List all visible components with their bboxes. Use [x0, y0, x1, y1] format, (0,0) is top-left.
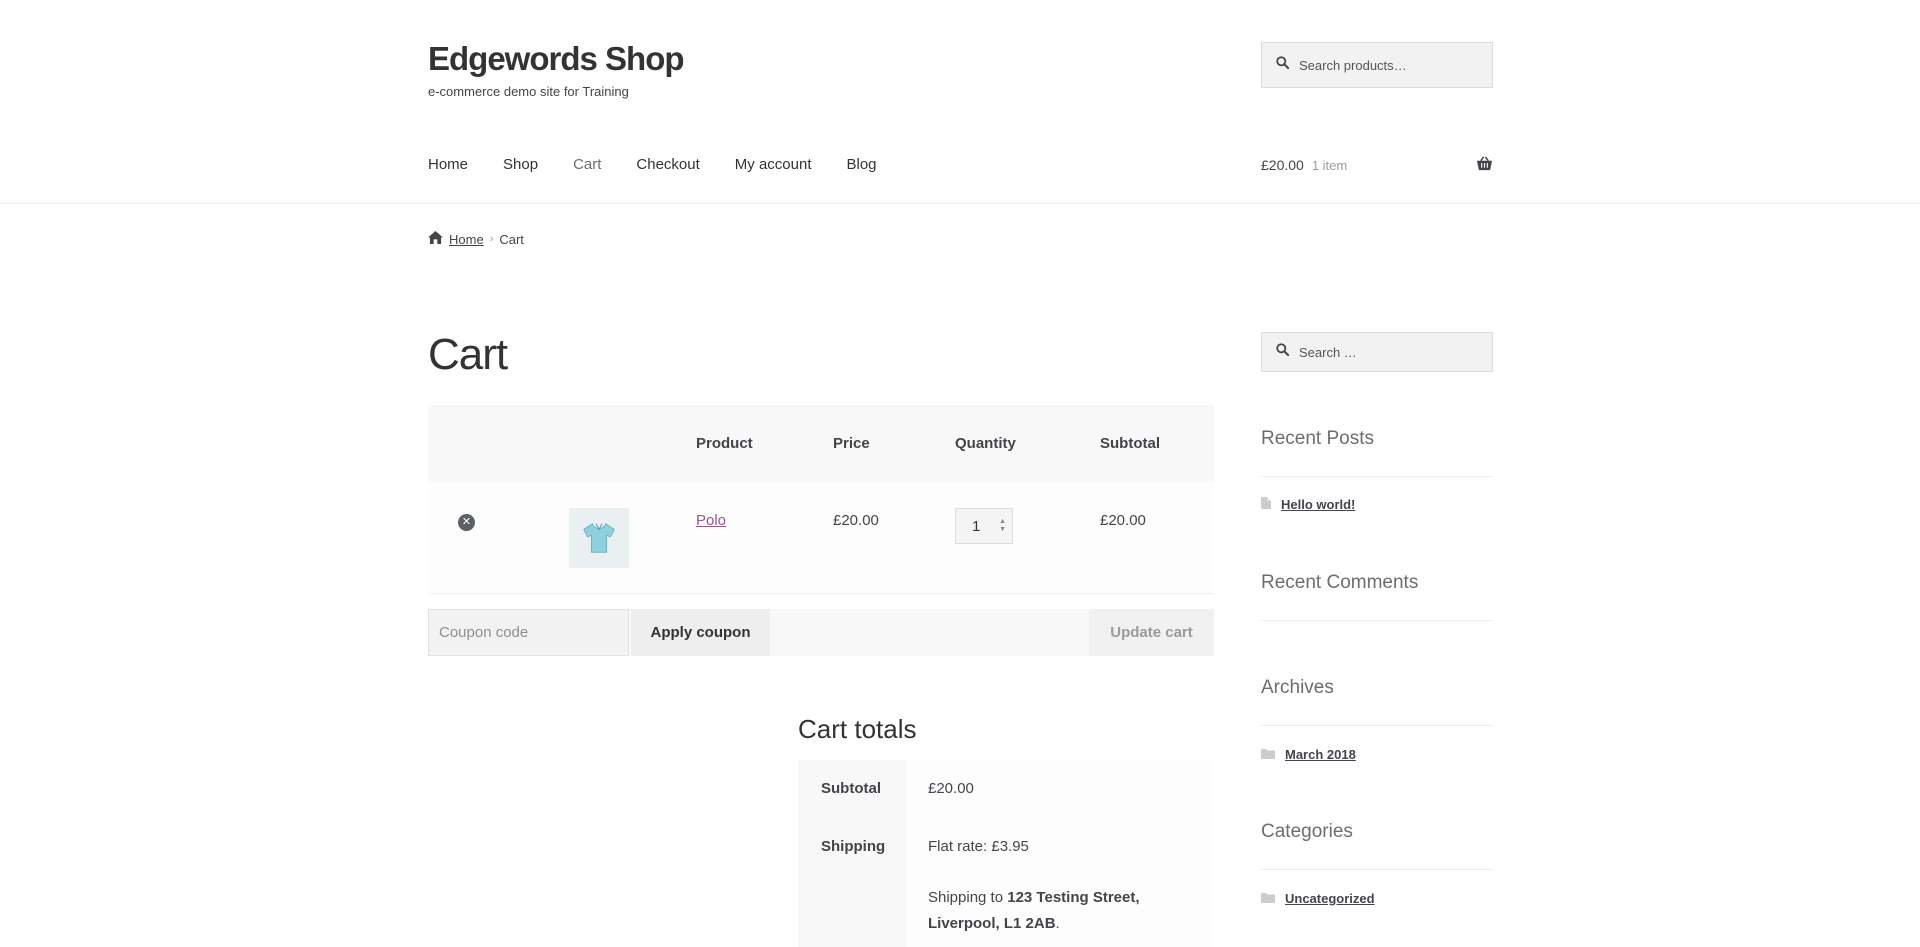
totals-subtotal-row: Subtotal £20.00 — [798, 760, 1214, 818]
spinner-arrows-icon[interactable]: ▲ ▼ — [999, 518, 1006, 534]
header-quantity: Quantity — [955, 435, 1016, 452]
breadcrumb-home-link[interactable]: Home — [449, 232, 484, 247]
widget-divider — [1261, 476, 1493, 477]
widget-divider — [1261, 869, 1493, 870]
coupon-code-input[interactable] — [428, 609, 629, 656]
cart-totals-table: Subtotal £20.00 Shipping Flat rate: £3.9… — [798, 760, 1214, 947]
breadcrumb: Home › Cart — [428, 231, 524, 247]
home-icon — [428, 231, 443, 247]
totals-shipping-row: Shipping Flat rate: £3.95 Shipping to 12… — [798, 818, 1214, 947]
sidebar-search-input[interactable] — [1299, 344, 1479, 360]
archive-item: March 2018 — [1261, 747, 1356, 762]
categories-title: Categories — [1261, 821, 1353, 842]
cart-table-header: Product Price Quantity Subtotal — [428, 405, 1214, 482]
nav-cart[interactable]: Cart — [573, 156, 601, 173]
totals-shipping-label: Shipping — [798, 818, 906, 947]
shipping-method: Flat rate: £3.95 — [928, 838, 1029, 855]
widget-divider — [1261, 620, 1493, 621]
polo-shirt-icon — [583, 523, 615, 553]
breadcrumb-separator-icon: › — [489, 233, 494, 245]
nav-blog[interactable]: Blog — [846, 156, 876, 173]
category-item: Uncategorized — [1261, 891, 1375, 906]
quantity-stepper[interactable]: 1 ▲ ▼ — [955, 508, 1013, 544]
site-tagline: e-commerce demo site for Training — [428, 84, 629, 99]
quantity-value[interactable]: 1 — [972, 518, 980, 535]
nav-my-account[interactable]: My account — [735, 156, 812, 173]
totals-shipping-value: Flat rate: £3.95 Shipping to 123 Testing… — [906, 818, 1214, 947]
folder-icon — [1261, 891, 1275, 906]
totals-subtotal-label: Subtotal — [798, 760, 906, 818]
product-search-input[interactable] — [1299, 57, 1479, 73]
primary-navigation: Home Shop Cart Checkout My account Blog — [428, 156, 912, 173]
apply-coupon-button[interactable]: Apply coupon — [631, 609, 770, 656]
header-divider — [0, 203, 1920, 204]
category-link[interactable]: Uncategorized — [1285, 891, 1375, 906]
folder-icon — [1261, 747, 1275, 762]
recent-post-link[interactable]: Hello world! — [1281, 497, 1355, 512]
remove-item-icon[interactable]: ✕ — [458, 514, 475, 531]
shipping-address-line-2: Liverpool, L1 2AB — [928, 915, 1056, 932]
recent-post-item: Hello world! — [1261, 497, 1355, 512]
breadcrumb-current: Cart — [499, 231, 524, 247]
nav-home[interactable]: Home — [428, 156, 468, 173]
update-cart-button[interactable]: Update cart — [1089, 609, 1214, 656]
totals-subtotal-value: £20.00 — [906, 760, 1214, 818]
nav-checkout[interactable]: Checkout — [636, 156, 699, 173]
search-icon — [1276, 56, 1290, 74]
mini-cart-count: 1 item — [1311, 157, 1348, 173]
mini-cart[interactable]: £20.00 1 item — [1261, 156, 1493, 174]
basket-icon — [1476, 156, 1493, 174]
shipping-to-prefix: Shipping to — [928, 889, 1008, 906]
product-subtotal: £20.00 — [1100, 512, 1146, 529]
header-product: Product — [696, 435, 753, 452]
search-icon — [1276, 343, 1290, 361]
header-price: Price — [833, 435, 870, 452]
mini-cart-amount: £20.00 — [1261, 157, 1304, 173]
recent-posts-title: Recent Posts — [1261, 428, 1374, 449]
product-thumbnail[interactable] — [569, 508, 629, 568]
header-subtotal: Subtotal — [1100, 435, 1160, 452]
recent-comments-title: Recent Comments — [1261, 572, 1419, 593]
shipping-suffix: . — [1055, 915, 1060, 932]
sidebar-search[interactable] — [1261, 332, 1493, 372]
product-name-link[interactable]: Polo — [696, 512, 726, 529]
archive-link[interactable]: March 2018 — [1285, 747, 1356, 762]
cart-table: Product Price Quantity Subtotal ✕ Polo £… — [428, 405, 1214, 594]
page-title: Cart — [428, 330, 508, 379]
product-price: £20.00 — [833, 512, 879, 529]
cart-actions: Apply coupon Update cart — [428, 609, 1214, 656]
shipping-destination: Shipping to 123 Testing Street, Liverpoo… — [928, 885, 1214, 937]
header-product-search[interactable] — [1261, 42, 1493, 88]
archives-title: Archives — [1261, 677, 1334, 698]
widget-divider — [1261, 725, 1493, 726]
document-icon — [1261, 497, 1271, 512]
site-title[interactable]: Edgewords Shop — [428, 40, 685, 78]
cart-totals-title: Cart totals — [798, 714, 917, 744]
shipping-address-line-1: 123 Testing Street, — [1007, 889, 1140, 906]
nav-shop[interactable]: Shop — [503, 156, 538, 173]
table-row: ✕ Polo £20.00 1 ▲ ▼ £20.00 — [428, 482, 1214, 594]
